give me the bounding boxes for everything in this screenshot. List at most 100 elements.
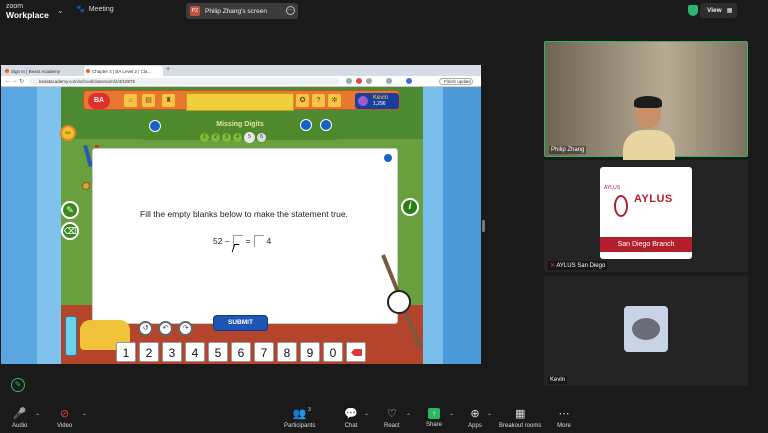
more-icon: ⋯ xyxy=(558,408,570,420)
chevron-up-icon[interactable]: ⌃ xyxy=(406,413,411,420)
extension-icon[interactable] xyxy=(346,78,352,84)
participant-video-tile[interactable]: Philip Zhang xyxy=(544,41,748,160)
ba-small-icon[interactable] xyxy=(149,120,161,132)
redo-icon[interactable]: ↷ xyxy=(178,321,193,336)
chevron-up-icon[interactable]: ⌃ xyxy=(449,413,454,420)
keypad-key[interactable]: 1 xyxy=(116,342,136,362)
meeting-menu[interactable]: 🐾 Meeting xyxy=(76,5,114,14)
progress-shelf xyxy=(186,93,294,111)
answer-blank[interactable] xyxy=(253,235,264,247)
participant-video xyxy=(623,96,675,160)
audio-button[interactable]: 🎤 Audio xyxy=(12,408,27,429)
help-icon[interactable]: ? xyxy=(312,94,325,107)
reset-icon[interactable]: ↺ xyxy=(138,321,153,336)
settings-icon[interactable]: ✲ xyxy=(328,94,341,107)
share-label: Share xyxy=(426,422,443,428)
tab-title: Sign In | Beast Academy xyxy=(11,69,60,74)
react-button[interactable]: ♡ React xyxy=(384,408,400,429)
annotate-icon[interactable]: ✎ xyxy=(11,378,25,392)
breakout-label: Breakout rooms xyxy=(499,423,542,429)
level-dot[interactable]: 3 xyxy=(222,133,231,142)
new-tab-icon[interactable]: + xyxy=(166,66,170,73)
book-icon[interactable]: ▤ xyxy=(142,94,155,107)
home-icon[interactable]: ⌂ xyxy=(124,94,137,107)
video-button[interactable]: ⊘ Video xyxy=(57,408,72,429)
sharer-avatar: PZ xyxy=(190,6,200,16)
aylus-title: AYLUS xyxy=(634,193,673,205)
keypad-key[interactable]: 6 xyxy=(231,342,251,362)
aylus-logo: AYLUS AYLUS San Diego Branch xyxy=(600,167,692,259)
forward-icon[interactable]: → xyxy=(12,78,18,84)
chevron-up-icon[interactable]: ⌃ xyxy=(35,413,40,420)
more-options-icon[interactable]: ⋯ xyxy=(286,6,295,15)
keypad-key[interactable]: 7 xyxy=(254,342,274,362)
level-dot[interactable]: 1 xyxy=(200,133,209,142)
extension-icon[interactable] xyxy=(386,78,392,84)
notebook-icon[interactable] xyxy=(320,119,332,131)
badge-icon[interactable]: ✪ xyxy=(296,94,309,107)
view-button[interactable]: View ▦ xyxy=(700,3,737,18)
level-dot[interactable]: 6 xyxy=(257,133,266,142)
browser-tab-active[interactable]: Chapter 4 | BA Level 2 | Cla… xyxy=(84,66,163,76)
participants-label: Participants xyxy=(284,423,316,429)
url-bar: ← → ↻ beastacademy.com/school/classroom/… xyxy=(1,76,481,87)
ba-logo-button[interactable]: BA xyxy=(88,93,110,109)
keypad-key[interactable]: 0 xyxy=(323,342,343,362)
back-icon[interactable]: ← xyxy=(5,78,11,84)
keypad-key[interactable]: 3 xyxy=(162,342,182,362)
participant-avatar xyxy=(624,306,668,352)
apps-label: Apps xyxy=(468,423,482,429)
security-shield-icon[interactable] xyxy=(688,5,698,16)
keypad-key[interactable]: 5 xyxy=(208,342,228,362)
left-wall-inner xyxy=(37,87,61,364)
chevron-up-icon[interactable]: ⌃ xyxy=(487,413,492,420)
equation-right: 4 xyxy=(266,236,272,246)
undo-icon[interactable]: ↶ xyxy=(158,321,173,336)
participant-video-tile[interactable]: Kevin xyxy=(544,276,748,386)
screen-share-indicator[interactable]: PZ Philip Zhang's screen ⋯ xyxy=(186,3,298,19)
trophy-icon[interactable]: ♜ xyxy=(162,94,175,107)
chat-button[interactable]: 💬 Chat xyxy=(344,408,358,429)
keypad-key[interactable]: 2 xyxy=(139,342,159,362)
address-input[interactable]: beastacademy.com/school/classroom/2/4/10… xyxy=(29,78,339,85)
extension-icon[interactable] xyxy=(366,78,372,84)
chevron-down-icon[interactable]: ⌄ xyxy=(57,6,64,15)
eraser-tool-button[interactable]: ⌫ xyxy=(61,222,79,240)
player-score: 1,296 xyxy=(373,101,386,107)
participant-video-tile[interactable]: AYLUS AYLUS San Diego Branch ✕ AYLUS San… xyxy=(544,160,748,272)
reload-icon[interactable]: ↻ xyxy=(19,78,24,85)
share-screen-icon: ↑ xyxy=(428,408,440,419)
breakout-rooms-button[interactable]: ▦ Breakout rooms xyxy=(499,408,541,429)
apps-button[interactable]: ⊕ Apps xyxy=(468,408,482,429)
problem-prompt: Fill the empty blanks below to make the … xyxy=(140,209,348,219)
video-off-icon: ⊘ xyxy=(60,408,70,420)
delete-key-icon[interactable] xyxy=(346,342,366,362)
play-icon[interactable] xyxy=(300,119,312,131)
keypad-key[interactable]: 8 xyxy=(277,342,297,362)
resize-handle[interactable] xyxy=(482,220,485,232)
submit-button[interactable]: SUBMIT xyxy=(213,315,268,331)
react-label: React xyxy=(384,423,400,429)
info-button[interactable]: i xyxy=(401,198,419,216)
browser-tab[interactable]: Sign In | Beast Academy xyxy=(3,66,84,76)
more-button[interactable]: ⋯ More xyxy=(557,408,571,429)
meeting-label: Meeting xyxy=(88,5,114,13)
chevron-up-icon[interactable]: ⌃ xyxy=(82,413,87,420)
speaker-icon[interactable] xyxy=(383,153,393,163)
level-indicator: 1 2 3 4 5 6 xyxy=(200,132,266,143)
right-wall xyxy=(443,87,481,364)
keypad-key[interactable]: 4 xyxy=(185,342,205,362)
keypad-key[interactable]: 9 xyxy=(300,342,320,362)
problem-card: Fill the empty blanks below to make the … xyxy=(92,148,398,324)
level-dot[interactable]: 2 xyxy=(211,133,220,142)
chevron-up-icon[interactable]: ⌃ xyxy=(364,413,369,420)
pencil-tool-button[interactable]: ✎ xyxy=(61,201,79,219)
player-avatar xyxy=(358,96,368,106)
finish-update-button[interactable]: Finish update xyxy=(439,78,473,85)
extension-icon[interactable] xyxy=(356,78,362,84)
profile-icon[interactable] xyxy=(406,78,412,84)
right-wall-inner xyxy=(423,87,443,364)
share-button[interactable]: ↑ Share xyxy=(426,408,442,428)
level-dot-current[interactable]: 5 xyxy=(244,132,255,143)
level-dot[interactable]: 4 xyxy=(233,133,242,142)
